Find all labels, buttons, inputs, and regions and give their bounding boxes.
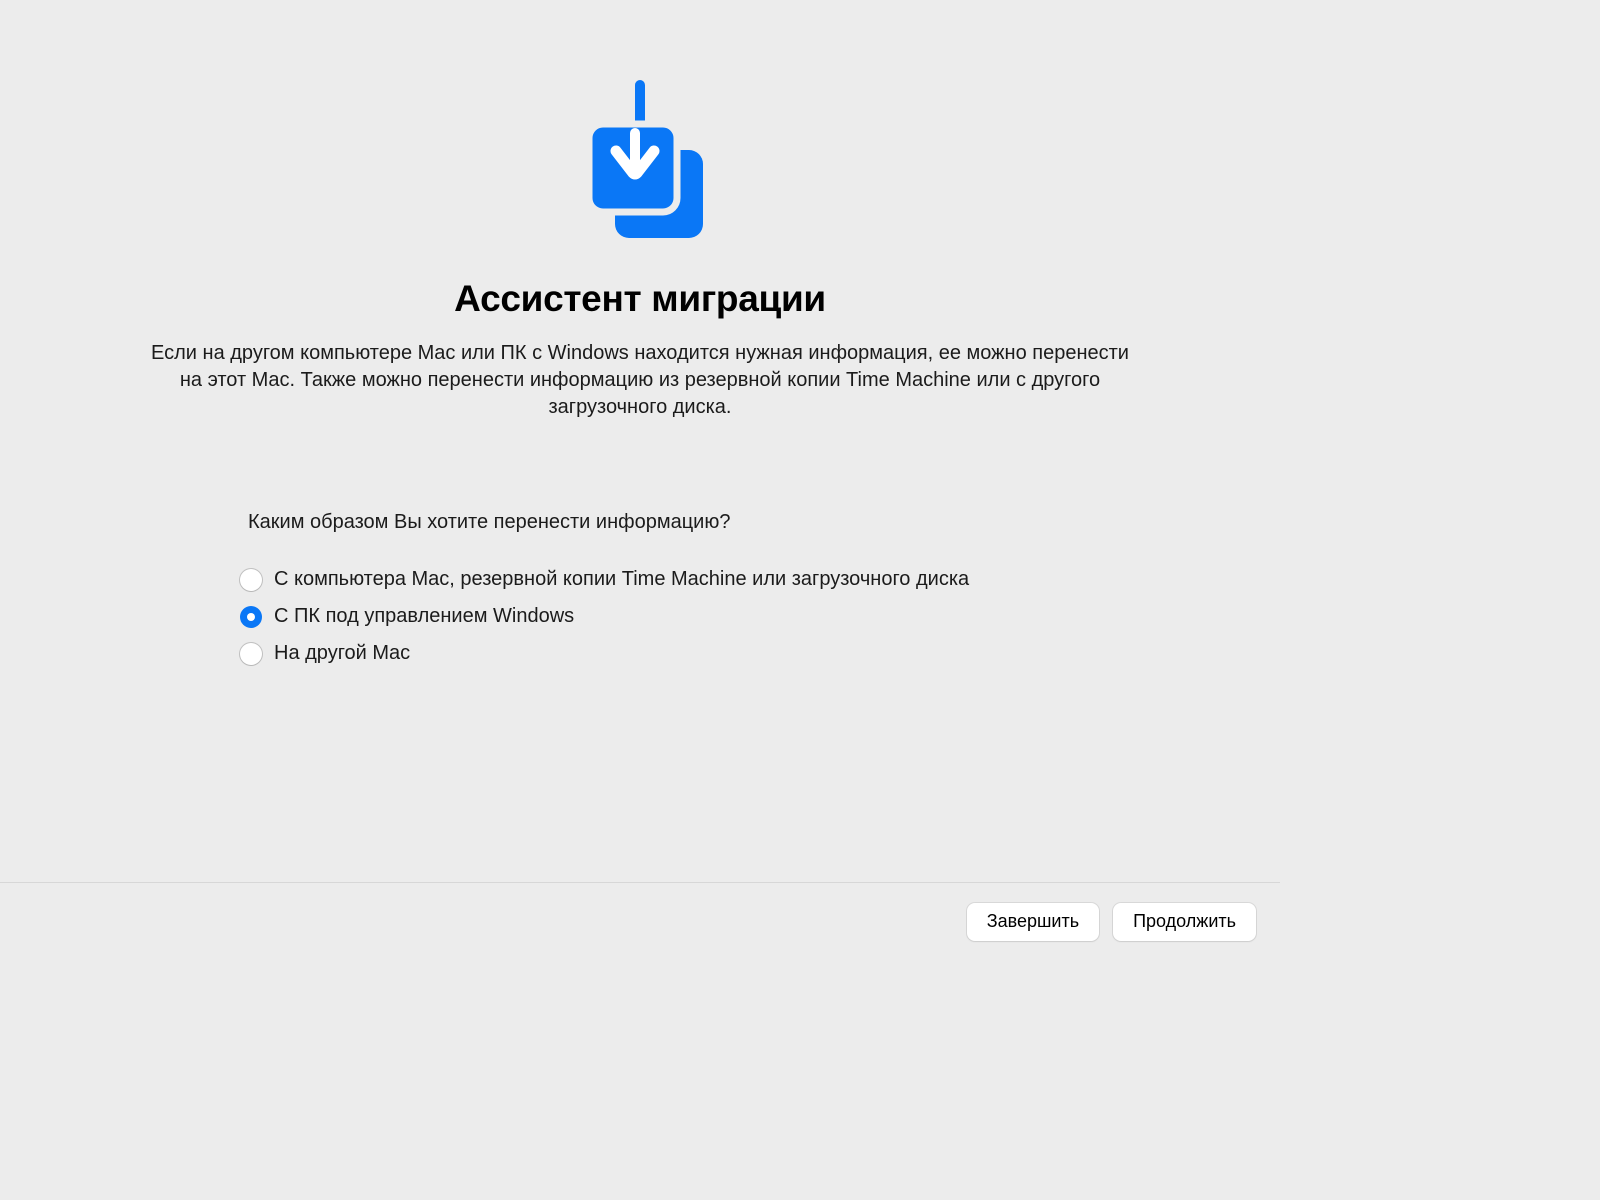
migration-icon bbox=[575, 80, 705, 260]
radio-group: С компьютера Mac, резервной копии Time M… bbox=[240, 568, 1040, 665]
question-label: Каким образом Вы хотите перенести информ… bbox=[240, 511, 1040, 534]
quit-button[interactable]: Завершить bbox=[967, 903, 1099, 941]
radio-label: На другой Mac bbox=[274, 642, 410, 665]
radio-indicator bbox=[240, 569, 262, 591]
page-description: Если на другом компьютере Mac или ПК с W… bbox=[150, 340, 1130, 421]
question-block: Каким образом Вы хотите перенести информ… bbox=[240, 511, 1040, 665]
main-content: Ассистент миграции Если на другом компью… bbox=[0, 0, 1280, 882]
footer-bar: Завершить Продолжить bbox=[0, 882, 1280, 960]
radio-indicator bbox=[240, 643, 262, 665]
page-title: Ассистент миграции bbox=[454, 278, 826, 320]
radio-indicator bbox=[240, 606, 262, 628]
radio-option-windows-pc[interactable]: С ПК под управлением Windows bbox=[240, 605, 1040, 628]
radio-label: С ПК под управлением Windows bbox=[274, 605, 574, 628]
radio-label: С компьютера Mac, резервной копии Time M… bbox=[274, 568, 969, 591]
radio-option-another-mac[interactable]: На другой Mac bbox=[240, 642, 1040, 665]
radio-option-mac-backup[interactable]: С компьютера Mac, резервной копии Time M… bbox=[240, 568, 1040, 591]
continue-button[interactable]: Продолжить bbox=[1113, 903, 1256, 941]
